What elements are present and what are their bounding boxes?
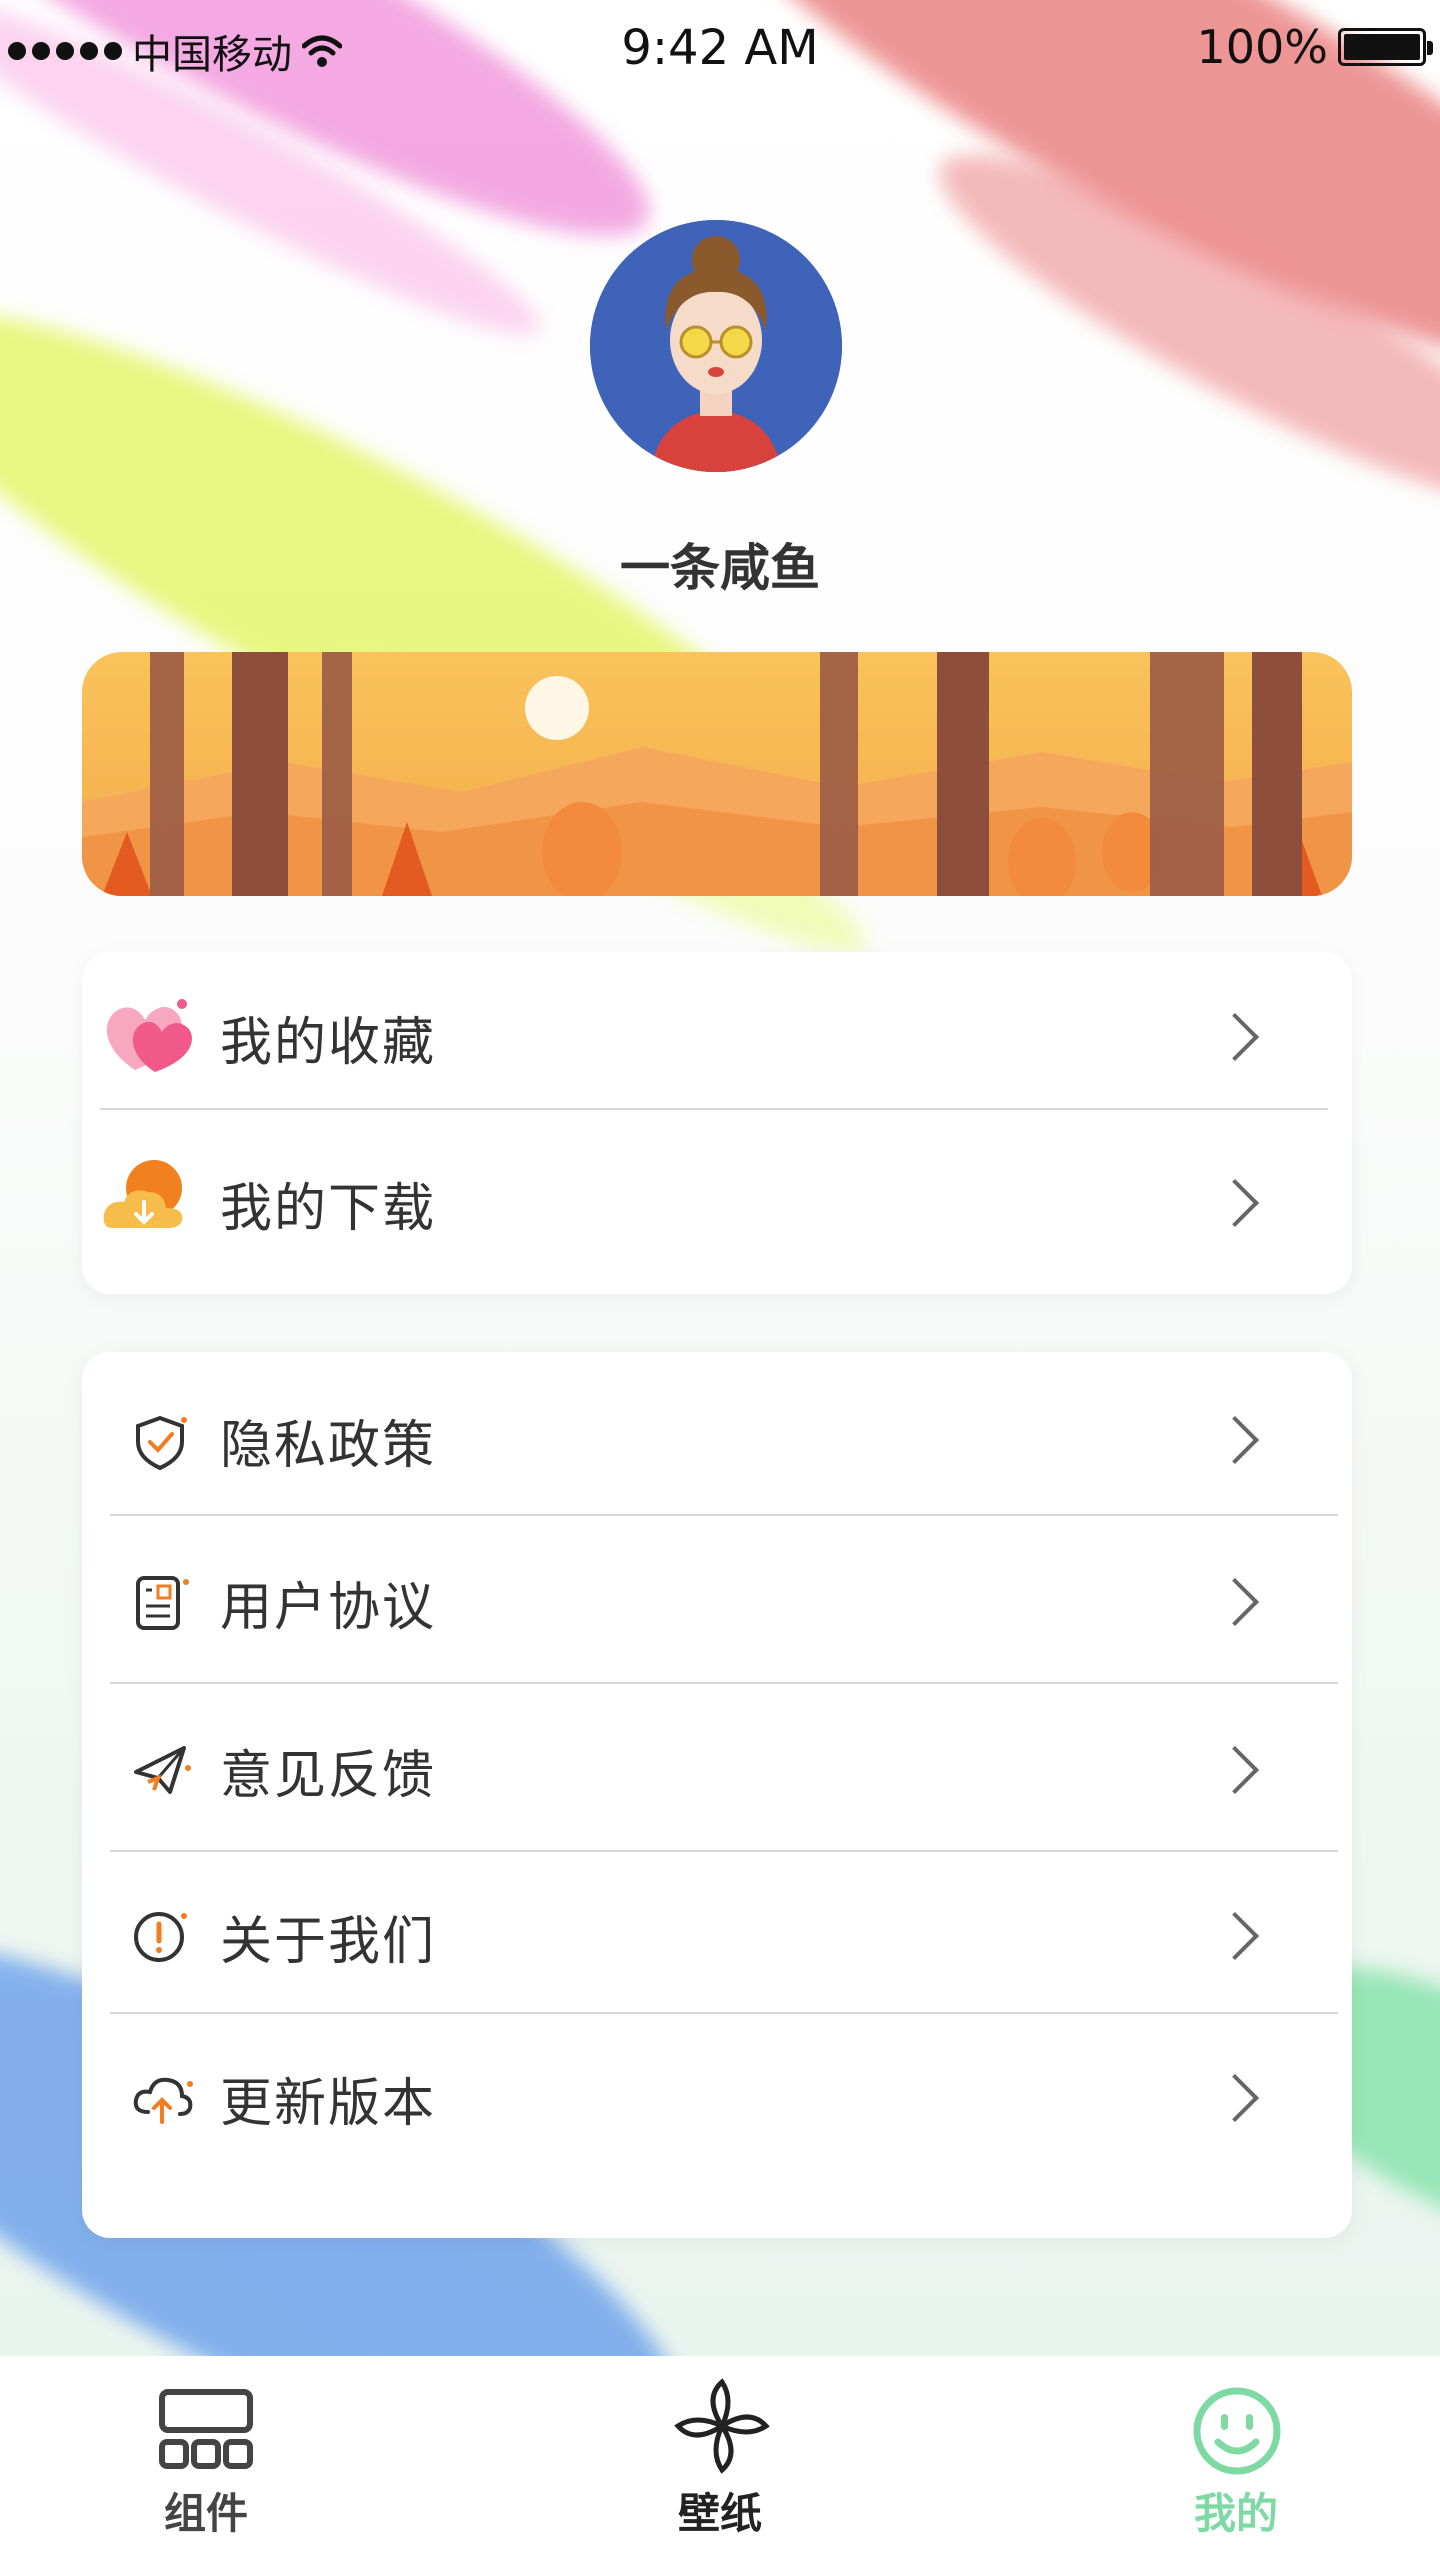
tab-bar: 组件 壁纸 我的 [0, 2356, 1440, 2560]
battery-icon [1338, 28, 1433, 66]
update-version-label: 更新版本 [220, 2073, 437, 2134]
banner-image[interactable] [82, 652, 1352, 896]
chevron-right-icon [1210, 1745, 1260, 1795]
tab-wallpaper[interactable]: 壁纸 [570, 2356, 870, 2560]
update-version-row[interactable]: 更新版本 [82, 2016, 1352, 2180]
about-us-row[interactable]: 关于我们 [82, 1854, 1352, 2018]
divider [110, 1682, 1338, 1684]
favorites-label: 我的收藏 [220, 1012, 437, 1073]
screen: 中国移动 9:42 AM 100% 一条咸鱼 我的收藏 我的下载 隐私政策 用户… [0, 0, 1440, 2560]
paper-plane-icon [134, 1746, 191, 1794]
privacy-policy-row[interactable]: 隐私政策 [82, 1352, 1352, 1528]
chevron-right-icon [1210, 1178, 1260, 1228]
smiley-icon [1193, 2387, 1281, 2475]
download-cloud-icon [103, 1160, 183, 1228]
user-agreement-label: 用户协议 [220, 1577, 437, 1638]
chevron-right-icon [1210, 1911, 1260, 1961]
tab-wallpaper-label: 壁纸 [677, 2489, 762, 2538]
downloads-label: 我的下载 [220, 1178, 437, 1239]
divider [100, 1108, 1328, 1110]
tab-components-label: 组件 [163, 2489, 248, 2538]
tab-components[interactable]: 组件 [56, 2356, 356, 2560]
settings-card: 隐私政策 用户协议 意见反馈 关于我们 更新版本 [82, 1352, 1352, 2238]
heart-icon [106, 999, 192, 1072]
autumn-forest-illustration [82, 652, 1352, 896]
about-us-label: 关于我们 [220, 1911, 437, 1972]
divider [110, 1850, 1338, 1852]
grid-icon [159, 2389, 253, 2469]
feedback-row[interactable]: 意见反馈 [82, 1686, 1352, 1854]
user-agreement-row[interactable]: 用户协议 [82, 1518, 1352, 1686]
tab-mine[interactable]: 我的 [1086, 2356, 1386, 2560]
chevron-right-icon [1210, 2073, 1260, 2123]
document-icon [136, 1576, 189, 1630]
shield-check-icon [136, 1415, 187, 1470]
tab-mine-label: 我的 [1193, 2489, 1278, 2538]
info-circle-icon [134, 1912, 187, 1962]
divider [110, 1514, 1338, 1516]
favorites-row[interactable]: 我的收藏 [82, 962, 1352, 1112]
downloads-row[interactable]: 我的下载 [82, 1118, 1352, 1288]
username: 一条咸鱼 [620, 539, 820, 597]
avatar[interactable] [590, 220, 842, 472]
chevron-right-icon [1210, 1012, 1260, 1062]
status-bar: 中国移动 9:42 AM 100% [0, 0, 1440, 96]
avatar-illustration [590, 220, 842, 472]
battery-percent: 100% [1196, 20, 1328, 74]
cloud-upload-icon [133, 2077, 193, 2124]
divider [110, 2012, 1338, 2014]
pinwheel-icon [674, 2378, 770, 2474]
feedback-label: 意见反馈 [220, 1745, 437, 1806]
chevron-right-icon [1210, 1415, 1260, 1465]
chevron-right-icon [1210, 1577, 1260, 1627]
status-right: 100% [1196, 20, 1433, 74]
quick-links-card: 我的收藏 我的下载 [82, 952, 1352, 1294]
privacy-policy-label: 隐私政策 [220, 1415, 437, 1476]
